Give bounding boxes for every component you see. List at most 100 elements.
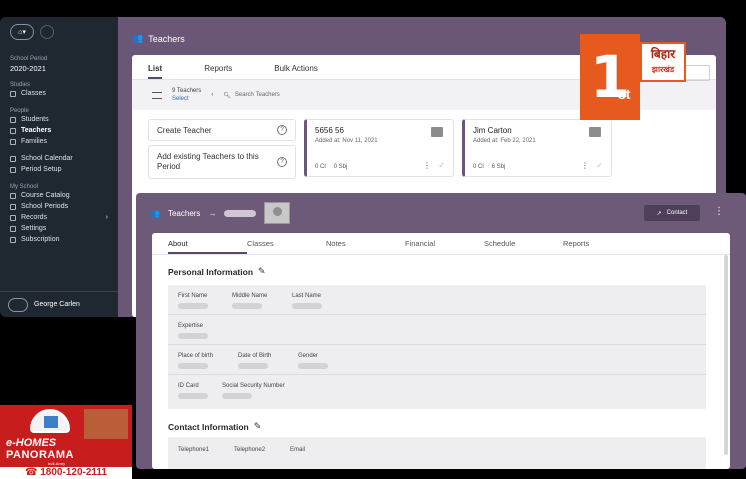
tab-reports[interactable]: Reports: [204, 64, 232, 79]
sidebar-item-course-catalog[interactable]: Course Catalog: [10, 190, 108, 201]
sidebar-item-period-setup[interactable]: Period Setup: [10, 164, 108, 175]
sidebar-item-teachers[interactable]: Teachers: [10, 125, 108, 136]
breadcrumb-teachers[interactable]: Teachers: [168, 209, 200, 218]
teacher-stats: 0 Cl 0 Sbj: [315, 164, 347, 170]
more-options-icon[interactable]: ⋮: [581, 161, 589, 170]
tab-classes[interactable]: Classes: [247, 233, 326, 254]
contact-information-panel: Telephone1 Telephone2 Email: [168, 437, 706, 469]
sidebar-item-students[interactable]: Students: [10, 114, 108, 125]
create-teacher-button[interactable]: Create Teacher ?: [148, 119, 296, 141]
user-menu[interactable]: George Carlen: [0, 291, 118, 317]
name-row: First Name Middle Name Last Name: [168, 285, 706, 315]
subscription-icon: [10, 236, 16, 243]
personal-information-panel: First Name Middle Name Last Name Experti…: [168, 285, 706, 409]
property-image: [84, 409, 128, 439]
teacher-name: 5656 56: [315, 126, 344, 135]
id-row: ID Card Social Security Number: [168, 375, 706, 409]
tab-financial[interactable]: Financial: [405, 233, 484, 254]
classes-icon: [10, 90, 16, 97]
help-icon[interactable]: ?: [277, 125, 287, 135]
tab-list[interactable]: List: [148, 64, 163, 79]
teacher-count: 9 Teachers Select: [172, 88, 202, 103]
sidebar-item-school-periods[interactable]: School Periods: [10, 201, 108, 212]
teacher-card[interactable]: 5656 56 Added at: Nov 11, 2021 0 Cl 0 Sb…: [304, 119, 454, 177]
avatar: [8, 297, 28, 312]
sidebar-item-subscription[interactable]: Subscription: [10, 234, 108, 245]
tab-reports[interactable]: Reports: [563, 233, 642, 254]
sidebar-item-records[interactable]: Records ›: [10, 212, 108, 223]
sidebar-item-classes[interactable]: Classes: [10, 88, 108, 99]
sidebar-item-settings[interactable]: Settings: [10, 223, 108, 234]
email-label: Email: [290, 447, 306, 453]
search-input[interactable]: 🔍︎ Search Teachers: [223, 92, 280, 99]
chevron-right-icon: ›: [105, 214, 108, 221]
page-title: 👥 Teachers: [132, 33, 185, 44]
select-link[interactable]: Select: [172, 95, 201, 103]
chevron-left-icon[interactable]: ‹: [211, 92, 213, 98]
scrollbar[interactable]: [724, 255, 728, 455]
logo-line2: झारखंड: [651, 65, 675, 74]
families-icon: [10, 138, 16, 145]
contact-button[interactable]: ↗ Contact: [644, 205, 700, 221]
tab-notes[interactable]: Notes: [326, 233, 405, 254]
classes-count: 0 Cl: [473, 164, 484, 170]
id-card-label: ID Card: [178, 383, 199, 389]
calendar-icon: [10, 155, 16, 162]
ad-brand-line2: PANORAMA: [6, 449, 74, 461]
gender-field[interactable]: [298, 363, 328, 369]
ad-tagline: Indi-Army: [48, 461, 66, 466]
edit-pencil-icon[interactable]: ✎: [254, 421, 262, 432]
expertise-label: Expertise: [178, 323, 204, 329]
school-period-value[interactable]: 2020-2021: [10, 64, 108, 73]
check-icon[interactable]: ✓: [596, 161, 603, 170]
school-period-label: School Period: [10, 56, 48, 62]
teacher-card[interactable]: Jim Carton Added at: Feb 22, 2021 0 Cl 6…: [462, 119, 612, 177]
tab-bulk-actions[interactable]: Bulk Actions: [274, 64, 318, 79]
teacher-photo: [431, 127, 443, 137]
expertise-row: Expertise: [168, 315, 706, 345]
date-of-birth-label: Date of Birth: [238, 353, 272, 359]
logo-line1: बिहार: [650, 47, 676, 61]
sidebar-item-school-calendar[interactable]: School Calendar: [10, 153, 108, 164]
teacher-name-placeholder: [224, 209, 257, 217]
records-icon: [10, 214, 16, 221]
more-options-icon[interactable]: ⋮: [423, 161, 431, 170]
first-name-label: First Name: [178, 293, 208, 299]
filter-icon[interactable]: [152, 91, 162, 99]
school-logo-icon[interactable]: ⌂▾: [10, 24, 34, 40]
user-name: George Carlen: [34, 301, 80, 308]
arrow-right-icon: →: [208, 208, 217, 218]
teacher-photo: [589, 127, 601, 137]
id-card-field[interactable]: [178, 393, 208, 399]
birth-row: Place of birth Date of Birth Gender: [168, 345, 706, 375]
check-icon[interactable]: ✓: [438, 161, 445, 170]
last-name-label: Last Name: [292, 293, 322, 299]
last-name-field[interactable]: [292, 303, 322, 309]
sidebar-item-families[interactable]: Families: [10, 136, 108, 147]
place-of-birth-label: Place of birth: [178, 353, 214, 359]
ad-phone: ☎ 1800-120-2111: [0, 467, 132, 479]
expertise-field[interactable]: [178, 333, 208, 339]
help-icon[interactable]: ?: [277, 157, 287, 167]
advertisement-banner: e-HOMES PANORAMA Indi-Army ☎ 1800-120-21…: [0, 405, 132, 479]
date-of-birth-field[interactable]: [238, 363, 268, 369]
tab-schedule[interactable]: Schedule: [484, 233, 563, 254]
subjects-count: 0 Sbj: [333, 164, 348, 170]
sidebar-header: ⌂▾: [0, 17, 118, 47]
teachers-icon: 👥: [132, 33, 144, 43]
teacher-stats: 0 Cl 6 Sbj: [473, 164, 505, 170]
ad-brand-line1: e-HOMES: [6, 437, 57, 449]
ssn-label: Social Security Number: [222, 383, 285, 389]
add-existing-teachers-button[interactable]: Add existing Teachers to this Period ?: [148, 145, 296, 179]
edit-pencil-icon[interactable]: ✎: [258, 266, 266, 277]
first-name-field[interactable]: [178, 303, 208, 309]
teachers-icon: [10, 127, 16, 134]
middle-name-field[interactable]: [232, 303, 262, 309]
tab-about[interactable]: About: [168, 233, 247, 254]
gender-label: Gender: [298, 353, 319, 359]
ssn-field[interactable]: [222, 393, 252, 399]
place-of-birth-field[interactable]: [178, 363, 208, 369]
classes-count: 0 Cl: [315, 164, 326, 170]
more-options-icon[interactable]: ⋮: [714, 206, 724, 217]
brand-icon: [40, 25, 54, 39]
